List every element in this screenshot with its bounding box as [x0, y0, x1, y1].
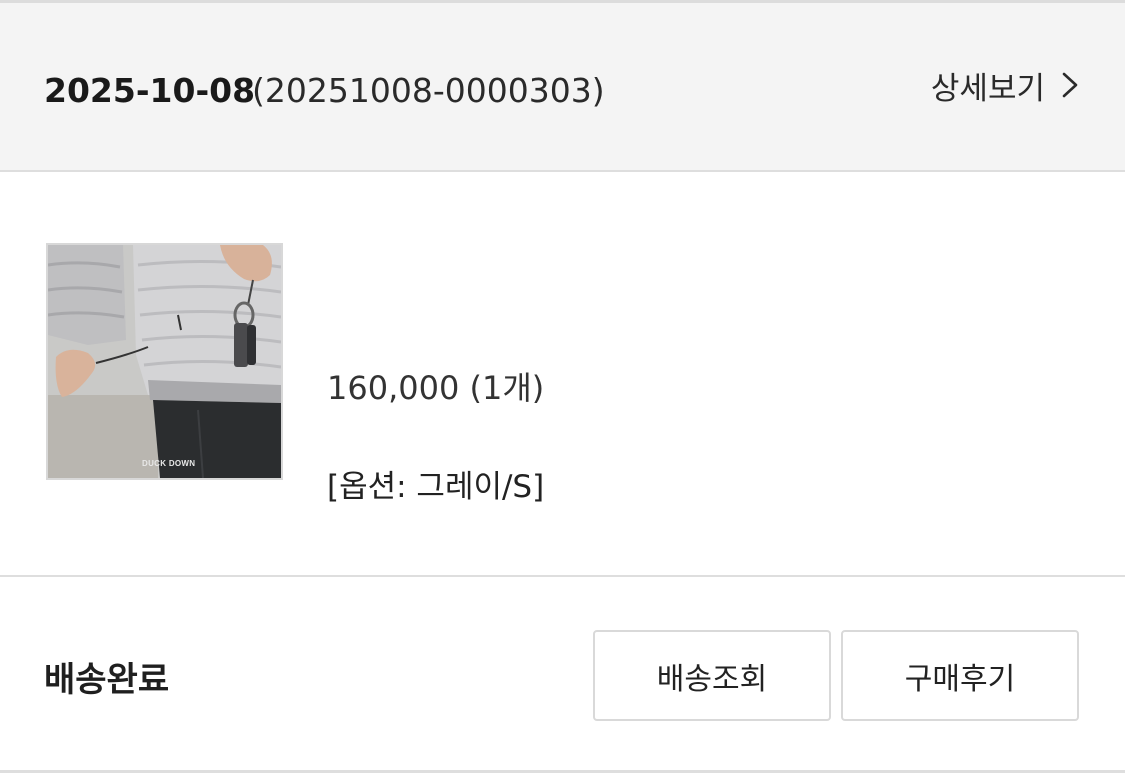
- product-image-caption: DUCK DOWN: [142, 459, 196, 468]
- section-divider: [0, 575, 1125, 577]
- order-header: 2025-10-08 (20251008-0000303) 상세보기: [0, 0, 1125, 172]
- order-number: (20251008-0000303): [252, 71, 605, 110]
- delivery-status: 배송완료: [44, 660, 170, 700]
- write-review-button[interactable]: 구매후기: [841, 630, 1079, 721]
- product-price-quantity: 160,000 (1개): [327, 369, 545, 407]
- order-card: 2025-10-08 (20251008-0000303) 상세보기 DUCK …: [0, 0, 1125, 778]
- order-date: 2025-10-08: [44, 71, 256, 110]
- product-thumbnail[interactable]: DUCK DOWN: [46, 243, 283, 480]
- track-delivery-button[interactable]: 배송조회: [593, 630, 831, 721]
- product-option: [옵션: 그레이/S]: [327, 469, 545, 505]
- product-photo: [48, 245, 281, 478]
- bottom-divider: [0, 770, 1125, 773]
- chevron-right-icon: [1062, 72, 1078, 98]
- view-details-link[interactable]: 상세보기: [930, 65, 1079, 107]
- view-details-label: 상세보기: [930, 70, 1045, 107]
